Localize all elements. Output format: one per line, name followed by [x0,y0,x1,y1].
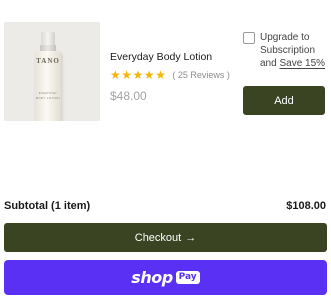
subscription-label[interactable]: Upgrade to Subscription and Save 15% [260,31,328,70]
shop-pay-button[interactable]: shop Pay [4,260,327,295]
subtotal-label: Subtotal (1 item) [4,200,91,212]
subtotal-value: $108.00 [286,200,326,212]
bottle-cap [41,32,55,45]
rating-row[interactable]: ★ ★ ★ ★ ★ ( 25 Reviews ) [110,68,230,82]
product-title[interactable]: Everyday Body Lotion [110,51,212,63]
product-price: $48.00 [110,89,147,103]
bottle-label-line1: EVERYDAY [38,91,58,95]
arrow-right-icon: → [185,231,197,244]
add-button[interactable]: Add [243,86,325,115]
subscription-label-line1: Upgrade to [260,32,310,43]
star-icon: ★ [155,68,166,82]
save-percent-link[interactable]: Save 15% [279,58,325,69]
star-icon: ★ [121,68,133,82]
bottle-body: TANO EVERYDAY BODY LOTION [35,51,61,121]
shop-pay-badge: Pay [175,271,200,284]
subscription-label-line2: Subscription [260,45,316,56]
subscription-checkbox[interactable] [243,32,255,44]
reviews-count[interactable]: ( 25 Reviews ) [172,70,230,80]
shop-pay-logo-text: shop [131,268,173,287]
checkout-button[interactable]: Checkout → [4,223,327,252]
checkout-label: Checkout [134,231,182,244]
bottle-label-line2: BODY LOTION [36,96,60,100]
subscription-and-text: and [260,58,277,69]
subscription-label-line3: and Save 15% [260,57,328,70]
product-image[interactable]: TANO EVERYDAY BODY LOTION [4,22,100,121]
bottle-brand-logo: TANO [36,57,60,65]
star-icon: ★ [132,68,144,82]
star-rating: ★ ★ ★ ★ ★ [110,68,166,82]
star-icon: ★ [143,68,155,82]
star-icon: ★ [110,68,121,82]
